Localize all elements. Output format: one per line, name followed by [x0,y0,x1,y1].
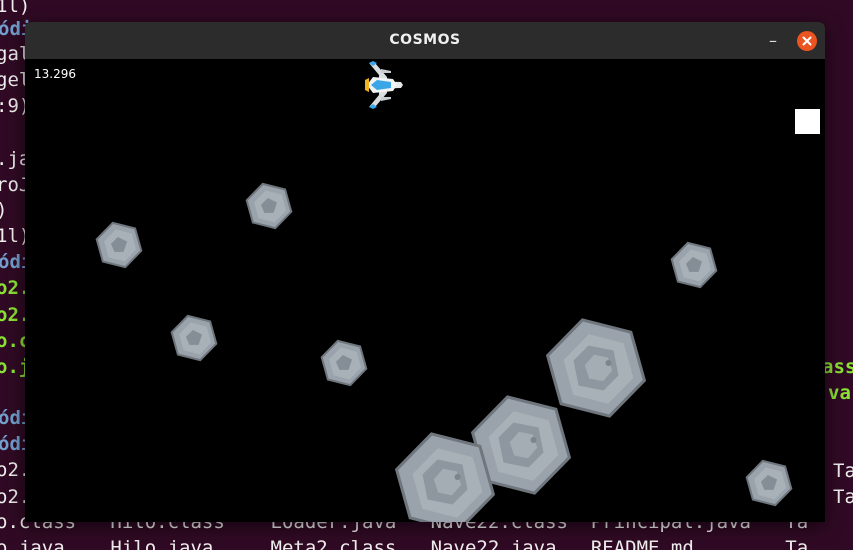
terminal-fragment: Ta [833,486,853,508]
asteroid [670,241,718,289]
game-scene [95,61,793,522]
terminal-line: ) [0,199,7,221]
asteroid [320,339,368,387]
terminal-fragment: Ta [833,460,853,482]
asteroid [95,221,143,269]
white-block-obstacle [795,109,820,134]
spaceship-player [365,61,403,109]
game-window[interactable]: COSMOS – 13.296 [25,22,825,522]
window-title: COSMOS [389,32,461,48]
close-icon [802,36,812,46]
close-button[interactable] [797,31,817,51]
asteroid [170,314,218,362]
terminal-line: o.java Hilo.java Meta2.class Nave22.java… [0,537,809,550]
terminal-fragment: ass [822,356,853,378]
asteroid [745,459,793,507]
asteroid [545,318,647,418]
score-display: 13.296 [34,67,76,81]
minimize-button[interactable]: – [763,31,783,51]
asteroid [245,182,293,230]
window-titlebar[interactable]: COSMOS – [25,22,825,59]
terminal-line: 1l) [0,0,31,17]
terminal-fragment: va [828,382,851,404]
asteroid [394,432,496,522]
game-canvas[interactable]: 13.296 [25,59,825,522]
